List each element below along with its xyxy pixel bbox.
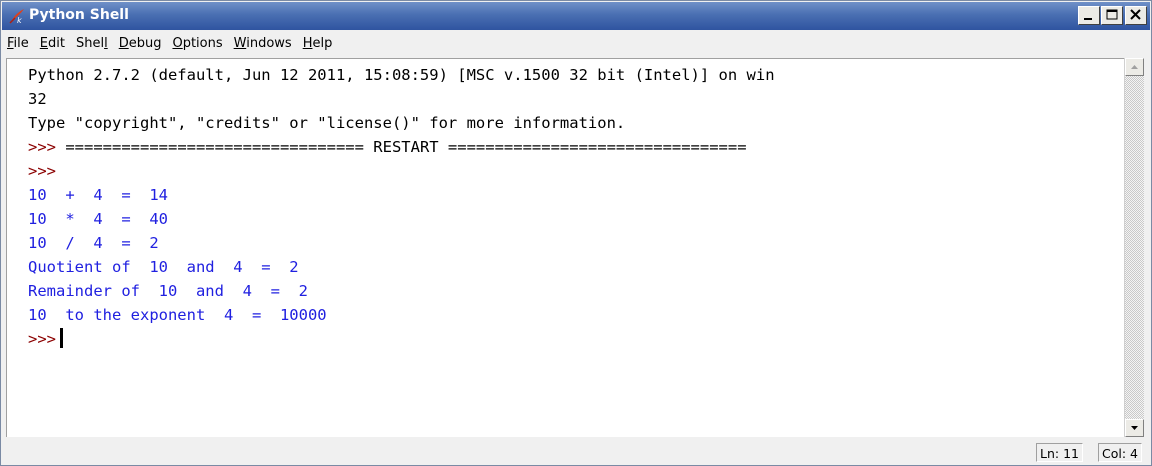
banner-line: 32 bbox=[28, 90, 47, 108]
status-bar: Ln: 11 Col: 4 bbox=[2, 440, 1150, 465]
menu-edit[interactable]: Edit bbox=[40, 36, 65, 51]
window-controls bbox=[1077, 6, 1147, 26]
window-title: Python Shell bbox=[29, 7, 129, 23]
column-number: Col: 4 bbox=[1098, 443, 1142, 462]
shell-prompt: >>> bbox=[28, 330, 56, 348]
output-line: Remainder of 10 and 4 = 2 bbox=[28, 282, 308, 300]
output-line: 10 / 4 = 2 bbox=[28, 234, 159, 252]
banner-line: Python 2.7.2 (default, Jun 12 2011, 15:0… bbox=[28, 66, 775, 84]
scroll-up-button[interactable] bbox=[1125, 58, 1144, 76]
svg-text:k: k bbox=[17, 16, 22, 25]
output-line: 10 to the exponent 4 = 10000 bbox=[28, 306, 327, 324]
input-line[interactable]: >>> bbox=[28, 327, 63, 351]
minimize-button[interactable] bbox=[1078, 6, 1100, 25]
close-button[interactable] bbox=[1125, 6, 1147, 25]
close-icon bbox=[1130, 9, 1141, 20]
text-cursor bbox=[60, 328, 63, 348]
output-line: 10 + 4 = 14 bbox=[28, 186, 168, 204]
restart-separator: ================================ RESTART… bbox=[56, 138, 747, 156]
shell-prompt: >>> bbox=[28, 162, 56, 180]
menu-shell[interactable]: Shell bbox=[76, 36, 108, 51]
scroll-down-button[interactable] bbox=[1125, 419, 1144, 437]
menu-options[interactable]: Options bbox=[172, 36, 222, 51]
title-bar[interactable]: k Python Shell bbox=[2, 2, 1150, 30]
shell-text-area[interactable]: Python 2.7.2 (default, Jun 12 2011, 15:0… bbox=[6, 58, 1124, 437]
vertical-scrollbar[interactable] bbox=[1124, 58, 1144, 437]
menu-file[interactable]: File bbox=[7, 36, 29, 51]
arrow-up-icon bbox=[1131, 65, 1138, 69]
menu-bar: File Edit Shell Debug Options Windows He… bbox=[2, 30, 1150, 56]
line-number: Ln: 11 bbox=[1036, 443, 1083, 462]
maximize-button[interactable] bbox=[1101, 6, 1123, 25]
tk-feather-icon: k bbox=[9, 9, 24, 25]
menu-windows[interactable]: Windows bbox=[234, 36, 292, 51]
menu-debug[interactable]: Debug bbox=[119, 36, 162, 51]
python-shell-window: k Python Shell File Edit Shell Debug Opt… bbox=[0, 0, 1152, 466]
banner-line: Type "copyright", "credits" or "license(… bbox=[28, 114, 626, 132]
arrow-down-icon bbox=[1131, 426, 1138, 430]
minimize-icon bbox=[1084, 18, 1092, 20]
menu-help[interactable]: Help bbox=[303, 36, 333, 51]
maximize-icon bbox=[1106, 9, 1118, 20]
output-line: Quotient of 10 and 4 = 2 bbox=[28, 258, 299, 276]
output-line: 10 * 4 = 40 bbox=[28, 210, 168, 228]
restart-line: >>> ================================ RES… bbox=[28, 135, 747, 159]
shell-prompt: >>> bbox=[28, 138, 56, 156]
